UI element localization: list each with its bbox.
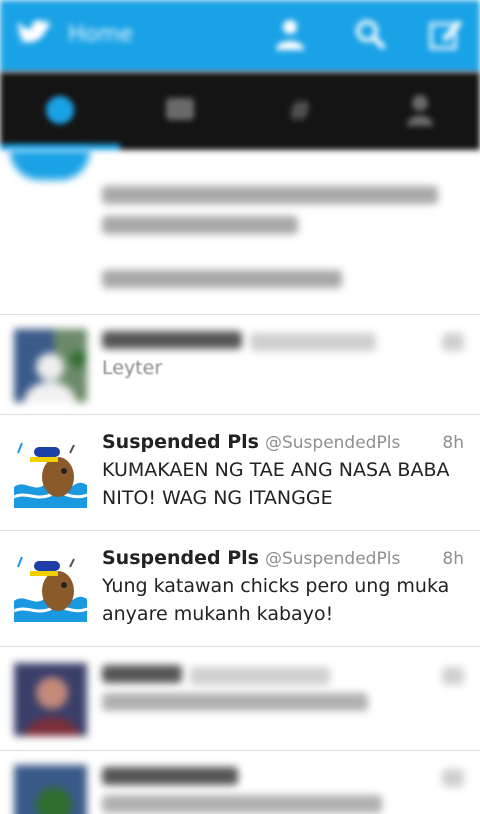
list-item[interactable] [0, 150, 480, 314]
tweet-author[interactable]: Suspended Pls @SuspendedPls [102, 431, 400, 453]
tweet-text: Leyter [102, 357, 163, 379]
tweet-author-name: Suspended Pls [102, 431, 259, 453]
tweet-time [442, 667, 464, 685]
tweet-author [102, 665, 182, 683]
tweet-text [102, 270, 342, 288]
tweet-handle: @SuspendedPls [264, 433, 401, 453]
tweet-row[interactable] [0, 750, 480, 814]
tweet-time: 8h [442, 433, 464, 453]
tweet-text: Yung katawan chicks pero ung muka anyare… [102, 575, 450, 625]
tab-me[interactable] [360, 72, 480, 150]
tweet-author [102, 767, 238, 785]
tweet-text: KUMAKAEN NG TAE ANG NASA BABA NITO! WAG … [102, 459, 450, 509]
tweet-text [102, 795, 382, 813]
compose-icon[interactable] [428, 16, 464, 52]
avatar [14, 765, 87, 814]
tweet-time [442, 769, 464, 787]
tweet-author [102, 331, 242, 349]
avatar [14, 435, 87, 508]
mentions-icon [166, 98, 194, 120]
tweet-author[interactable]: Suspended Pls @SuspendedPls [102, 547, 400, 569]
tweet-handle: @SuspendedPls [264, 549, 401, 569]
tweet-row[interactable] [0, 646, 480, 750]
discover-icon: # [288, 94, 311, 127]
tweet-time [442, 333, 464, 351]
avatar [14, 329, 87, 402]
tab-home[interactable] [0, 72, 120, 150]
tab-mentions[interactable] [120, 72, 240, 150]
tweet-row[interactable]: Suspended Pls @SuspendedPls 8h KUMAKAEN N… [0, 414, 480, 530]
person-add-icon[interactable] [272, 16, 308, 52]
tweet-row[interactable]: Suspended Pls @SuspendedPls 8h Yung kataw… [0, 530, 480, 646]
tweet-handle [190, 667, 330, 685]
home-icon [46, 96, 74, 124]
action-bar: Home [0, 0, 480, 72]
avatar [14, 549, 87, 622]
tweet-row[interactable]: Leyter [0, 314, 480, 414]
search-icon[interactable] [352, 16, 388, 52]
twitter-bird-icon[interactable] [16, 18, 54, 48]
me-icon [407, 95, 433, 126]
svg-text:#: # [288, 94, 311, 127]
tweet-time: 8h [442, 549, 464, 569]
tab-bar: # [0, 72, 480, 150]
avatar [14, 663, 87, 736]
tab-discover[interactable]: # [240, 72, 360, 150]
tweet-text [102, 216, 298, 234]
tweet-author-name: Suspended Pls [102, 547, 259, 569]
app-title: Home [68, 22, 133, 47]
tweet-handle [250, 333, 376, 351]
avatar [10, 150, 90, 180]
tweet-text [102, 186, 438, 204]
tweet-text [102, 693, 368, 711]
